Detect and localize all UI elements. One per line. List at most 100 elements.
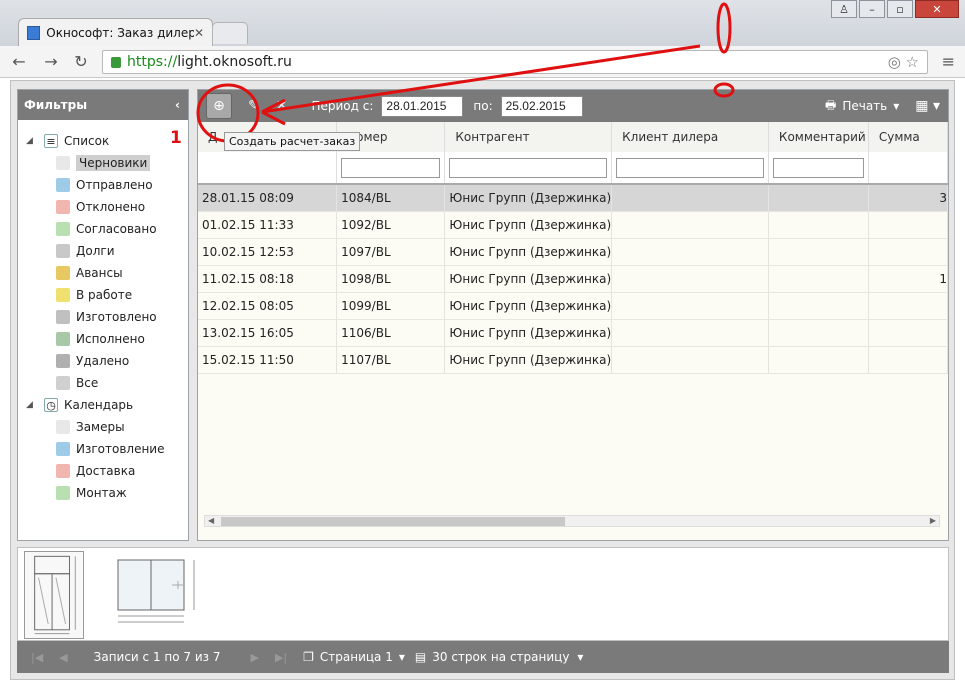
first-page-icon[interactable]: |◀ xyxy=(31,651,43,664)
table-cell xyxy=(611,238,769,266)
filter-item-icon xyxy=(56,420,70,434)
forward-icon[interactable]: → xyxy=(40,52,62,71)
table-row[interactable]: 01.02.15 11:33 1092/BL Юнис Групп (Дзержин… xyxy=(198,211,948,239)
new-tab-button[interactable] xyxy=(212,22,248,44)
reload-icon[interactable]: ↻ xyxy=(70,52,92,71)
sidebar-item[interactable]: Доставка xyxy=(26,460,188,482)
filter-client-input[interactable] xyxy=(616,157,764,178)
window-close-button[interactable]: ✕ xyxy=(915,0,959,18)
sidebar-item-label: В работе xyxy=(76,288,133,302)
table-cell: 1097/BL xyxy=(336,238,446,266)
chevron-down-icon: ▾ xyxy=(398,650,405,664)
table-cell: 1106/BL xyxy=(336,319,446,347)
period-label: Период с: xyxy=(311,99,374,113)
sidebar-item[interactable]: Долги xyxy=(26,240,188,262)
table-row[interactable]: 12.02.15 08:05 1099/BL Юнис Групп (Дзержин… xyxy=(198,292,948,320)
sidebar-item[interactable]: Изготовлено xyxy=(26,306,188,328)
expand-icon[interactable]: ◢ xyxy=(26,136,38,146)
sidebar-item[interactable]: Отправлено xyxy=(26,174,188,196)
browser-toolbar: ← → ↻ https:// light.oknosoft.ru ◎ ☆ ≡ xyxy=(0,46,965,78)
url-host: light.oknosoft.ru xyxy=(177,54,292,70)
scroll-right-icon[interactable]: ▶ xyxy=(930,516,936,525)
filter-item-icon xyxy=(56,376,70,390)
column-header[interactable]: Контрагент xyxy=(444,122,613,152)
table-cell: 11.02.15 08:18 xyxy=(198,265,338,293)
filter-comment-input[interactable] xyxy=(772,157,864,178)
orders-grid: Д Номер Контрагент Клиент дилера Комментарий… xyxy=(198,122,948,502)
back-icon[interactable]: ← xyxy=(8,52,30,71)
table-cell: 1092/BL xyxy=(336,211,446,239)
address-bar[interactable]: https:// light.oknosoft.ru ◎ ☆ xyxy=(102,50,928,74)
filter-number-input[interactable] xyxy=(341,157,441,178)
sidebar-item[interactable]: Монтаж xyxy=(26,482,188,504)
sidebar-item-label: Доставка xyxy=(76,464,136,478)
sidebar-item[interactable]: Согласовано xyxy=(26,218,188,240)
table-row[interactable]: 11.02.15 08:18 1098/BL Юнис Групп (Дзержин… xyxy=(198,265,948,293)
table-cell xyxy=(768,238,869,266)
filter-item-icon xyxy=(56,354,70,368)
date-to-input[interactable] xyxy=(500,95,583,117)
url-scheme: https:// xyxy=(127,54,178,70)
close-tab-icon[interactable]: ✕ xyxy=(194,26,204,40)
horizontal-scrollbar[interactable]: ◀ ▶ xyxy=(204,515,940,527)
sidebar-item[interactable]: В работе xyxy=(26,284,188,306)
sidebar-item-label: Авансы xyxy=(76,266,123,280)
column-header[interactable]: Сумма xyxy=(868,122,948,152)
sidebar-item[interactable]: Черновики xyxy=(26,152,188,174)
table-cell xyxy=(868,238,948,266)
sidebar-item[interactable]: Отклонено xyxy=(26,196,188,218)
collapse-icon[interactable]: ‹ xyxy=(175,98,180,112)
tree-group-1[interactable]: ◢ ◷ Календарь xyxy=(26,394,188,416)
sidebar-item[interactable]: Изготовление xyxy=(26,438,188,460)
table-cell xyxy=(611,319,769,347)
printer-icon: 🖶 xyxy=(825,97,837,112)
tree-group-0[interactable]: ◢ ≡ Список xyxy=(26,130,188,152)
next-page-icon[interactable]: ▶ xyxy=(250,651,258,664)
sidebar-item-label: Долги xyxy=(76,244,115,258)
scroll-left-icon[interactable]: ◀ xyxy=(208,516,214,525)
sidebar-item[interactable]: Замеры xyxy=(26,416,188,438)
sidebar-item[interactable]: Исполнено xyxy=(26,328,188,350)
scroll-thumb[interactable] xyxy=(221,517,565,526)
filter-contractor-input[interactable] xyxy=(449,157,608,178)
prev-page-icon[interactable]: ◀ xyxy=(59,651,67,664)
delete-icon[interactable]: ✕ xyxy=(276,98,288,114)
column-header[interactable]: Комментарий xyxy=(768,122,869,152)
table-row[interactable]: 10.02.15 12:53 1097/BL Юнис Групп (Дзержин… xyxy=(198,238,948,266)
table-row[interactable]: 28.01.15 08:09 1084/BL Юнис Групп (Дзержин… xyxy=(198,184,948,212)
maximize-button[interactable]: ▫ xyxy=(887,0,913,18)
edit-icon[interactable]: ✎ xyxy=(248,98,260,114)
filter-row xyxy=(198,152,948,185)
sidebar-item[interactable]: Удалено xyxy=(26,350,188,372)
star-icon[interactable]: ◎ ☆ xyxy=(888,53,919,71)
column-header[interactable]: Клиент дилера xyxy=(611,122,769,152)
per-page-select[interactable]: 30 строк на страницу xyxy=(432,650,569,664)
user-icon[interactable]: ♙ xyxy=(831,0,857,18)
add-order-button[interactable]: ⊕ xyxy=(206,93,232,119)
table-cell xyxy=(868,319,948,347)
table-cell: 3 xyxy=(868,184,948,212)
date-from-input[interactable] xyxy=(381,95,464,117)
table-row[interactable]: 15.02.15 11:50 1107/BL Юнис Групп (Дзержин… xyxy=(198,346,948,374)
table-row[interactable]: 13.02.15 16:05 1106/BL Юнис Групп (Дзержин… xyxy=(198,319,948,347)
menu-icon[interactable]: ≡ xyxy=(942,52,955,71)
expand-icon[interactable]: ◢ xyxy=(26,400,38,410)
table-cell: 1107/BL xyxy=(336,346,446,374)
table-cell: Юнис Групп (Дзержинка) xyxy=(444,238,613,266)
app-area: Фильтры ‹ ◢ ≡ Список Черновики Отправлено Отк… xyxy=(10,80,955,680)
table-cell xyxy=(868,211,948,239)
page-select[interactable]: Страница 1 xyxy=(320,650,393,664)
table-cell: 13.02.15 16:05 xyxy=(198,319,338,347)
browser-tab[interactable]: Окнософт: Заказ дилера ✕ xyxy=(18,18,213,46)
grid-settings-icon[interactable]: ▦ ▾ xyxy=(915,98,940,114)
favicon-icon xyxy=(27,25,41,40)
pager-bar: |◀ ◀ Записи с 1 по 7 из 7 ▶ ▶| ❐ Страниц… xyxy=(17,641,949,673)
sidebar-item[interactable]: Авансы xyxy=(26,262,188,284)
print-button[interactable]: 🖶 Печать ▾ xyxy=(825,96,899,117)
minimize-button[interactable]: – xyxy=(859,0,885,18)
last-page-icon[interactable]: ▶| xyxy=(275,651,287,664)
table-cell: 01.02.15 11:33 xyxy=(198,211,338,239)
chevron-down-icon: ▾ xyxy=(577,650,584,664)
filters-title: Фильтры xyxy=(24,98,88,112)
sidebar-item[interactable]: Все xyxy=(26,372,188,394)
